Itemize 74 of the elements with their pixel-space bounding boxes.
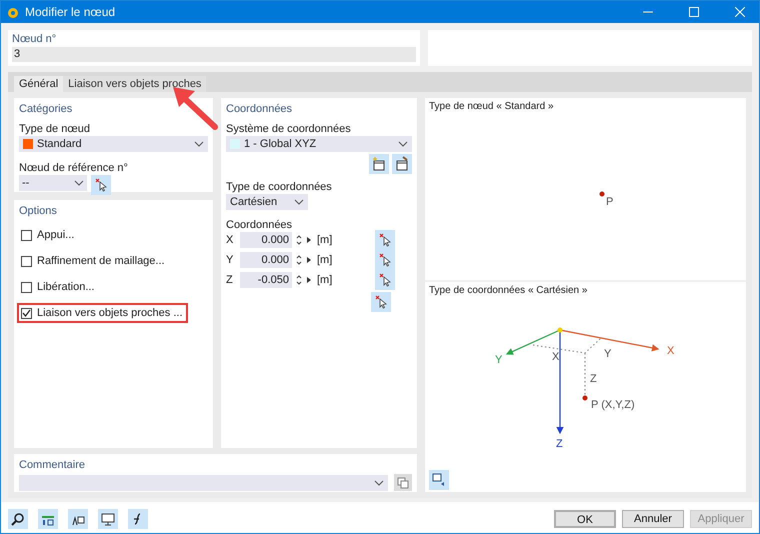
spinner-icon[interactable] bbox=[295, 254, 303, 266]
field-label: Type de coordonnées bbox=[226, 180, 333, 194]
section-title: Coordonnées bbox=[226, 102, 294, 117]
dialog-button[interactable]: Annuler bbox=[622, 510, 684, 528]
field-label: Coordonnées bbox=[226, 218, 294, 232]
axis-label: X bbox=[667, 345, 674, 357]
close-icon[interactable] bbox=[735, 7, 745, 17]
node-point bbox=[600, 192, 604, 196]
edit-window-icon[interactable] bbox=[392, 154, 412, 174]
section-title: Catégories bbox=[19, 102, 74, 117]
chevron-down-icon bbox=[374, 480, 384, 486]
field-label: Système de coordonnées bbox=[226, 122, 352, 136]
play-icon[interactable] bbox=[306, 276, 312, 284]
coordinate-system-dropdown[interactable]: 1 - Global XYZ bbox=[226, 136, 412, 152]
app-icon bbox=[7, 5, 19, 19]
unit-label: [m] bbox=[317, 252, 334, 268]
node-type-dropdown[interactable]: Standard bbox=[19, 136, 208, 152]
point-label: P bbox=[606, 196, 614, 208]
coordinate-field[interactable]: 0.000 bbox=[240, 252, 292, 268]
field-label: Nœud de référence n° bbox=[19, 161, 129, 175]
field-label: Type de nœud bbox=[19, 122, 91, 136]
chevron-down-icon bbox=[194, 141, 204, 147]
chevron-down-icon bbox=[74, 180, 84, 186]
coordinate-field[interactable]: 0.000 bbox=[240, 232, 292, 248]
section-title: Commentaire bbox=[19, 458, 86, 473]
pick-cursor-icon[interactable] bbox=[371, 292, 391, 312]
tab[interactable]: Général bbox=[14, 76, 64, 92]
pick-cursor-icon[interactable] bbox=[375, 270, 395, 290]
new-window-icon[interactable] bbox=[369, 154, 389, 174]
projection-label: X bbox=[552, 351, 560, 363]
unit-label: [m] bbox=[317, 272, 334, 288]
maximize-icon[interactable] bbox=[689, 7, 699, 17]
section-title: Options bbox=[19, 204, 58, 219]
spinner-icon[interactable] bbox=[295, 234, 303, 246]
display-icon[interactable] bbox=[98, 509, 118, 529]
axis-label: X bbox=[226, 232, 234, 248]
chevron-down-icon bbox=[398, 141, 408, 147]
view-toggle-icon[interactable] bbox=[429, 470, 449, 490]
axis-label: Z bbox=[556, 438, 563, 450]
window-title: Modifier le nœud bbox=[25, 4, 116, 21]
option-checkbox[interactable]: Liaison vers objets proches ... bbox=[17, 303, 188, 323]
field-label: Nœud n° bbox=[12, 32, 58, 46]
decimal-icon[interactable] bbox=[38, 509, 58, 529]
point-label: P (X,Y,Z) bbox=[591, 399, 635, 411]
checkmark-icon bbox=[22, 309, 31, 317]
axis-label: Y bbox=[495, 354, 502, 366]
play-icon[interactable] bbox=[306, 256, 312, 264]
option-checkbox[interactable]: Appui... bbox=[17, 225, 80, 245]
tab[interactable]: Liaison vers objets proches bbox=[63, 76, 206, 92]
option-checkbox[interactable]: Libération... bbox=[17, 277, 100, 297]
text-frame-icon[interactable] bbox=[68, 509, 88, 529]
axis-label: Z bbox=[226, 272, 234, 288]
dialog-button[interactable]: OK bbox=[554, 510, 616, 528]
coordinate-field[interactable]: -0.050 bbox=[240, 272, 292, 288]
axis-label: Y bbox=[226, 252, 234, 268]
projection-label: Z bbox=[590, 373, 597, 385]
copy-icon[interactable] bbox=[394, 474, 412, 491]
preview-title: Type de coordonnées « Cartésien » bbox=[429, 284, 588, 298]
spinner-icon[interactable] bbox=[295, 274, 303, 286]
coordinate-type-dropdown[interactable]: Cartésien bbox=[226, 194, 308, 210]
preview-title: Type de nœud « Standard » bbox=[429, 100, 555, 114]
node-point bbox=[582, 396, 588, 400]
chevron-down-icon bbox=[294, 199, 304, 205]
play-icon[interactable] bbox=[306, 236, 312, 244]
unit-label: [m] bbox=[317, 232, 334, 248]
color-swatch bbox=[23, 139, 33, 149]
projection-label: Y bbox=[604, 348, 612, 360]
function-icon[interactable] bbox=[128, 509, 148, 529]
pick-cursor-icon[interactable] bbox=[375, 230, 395, 250]
pick-cursor-icon[interactable] bbox=[91, 175, 111, 195]
reference-node-dropdown[interactable]: -- bbox=[19, 175, 87, 191]
option-checkbox[interactable]: Raffinement de maillage... bbox=[17, 251, 170, 271]
node-number-field[interactable]: 3 bbox=[12, 47, 416, 62]
search-icon[interactable] bbox=[8, 509, 28, 529]
